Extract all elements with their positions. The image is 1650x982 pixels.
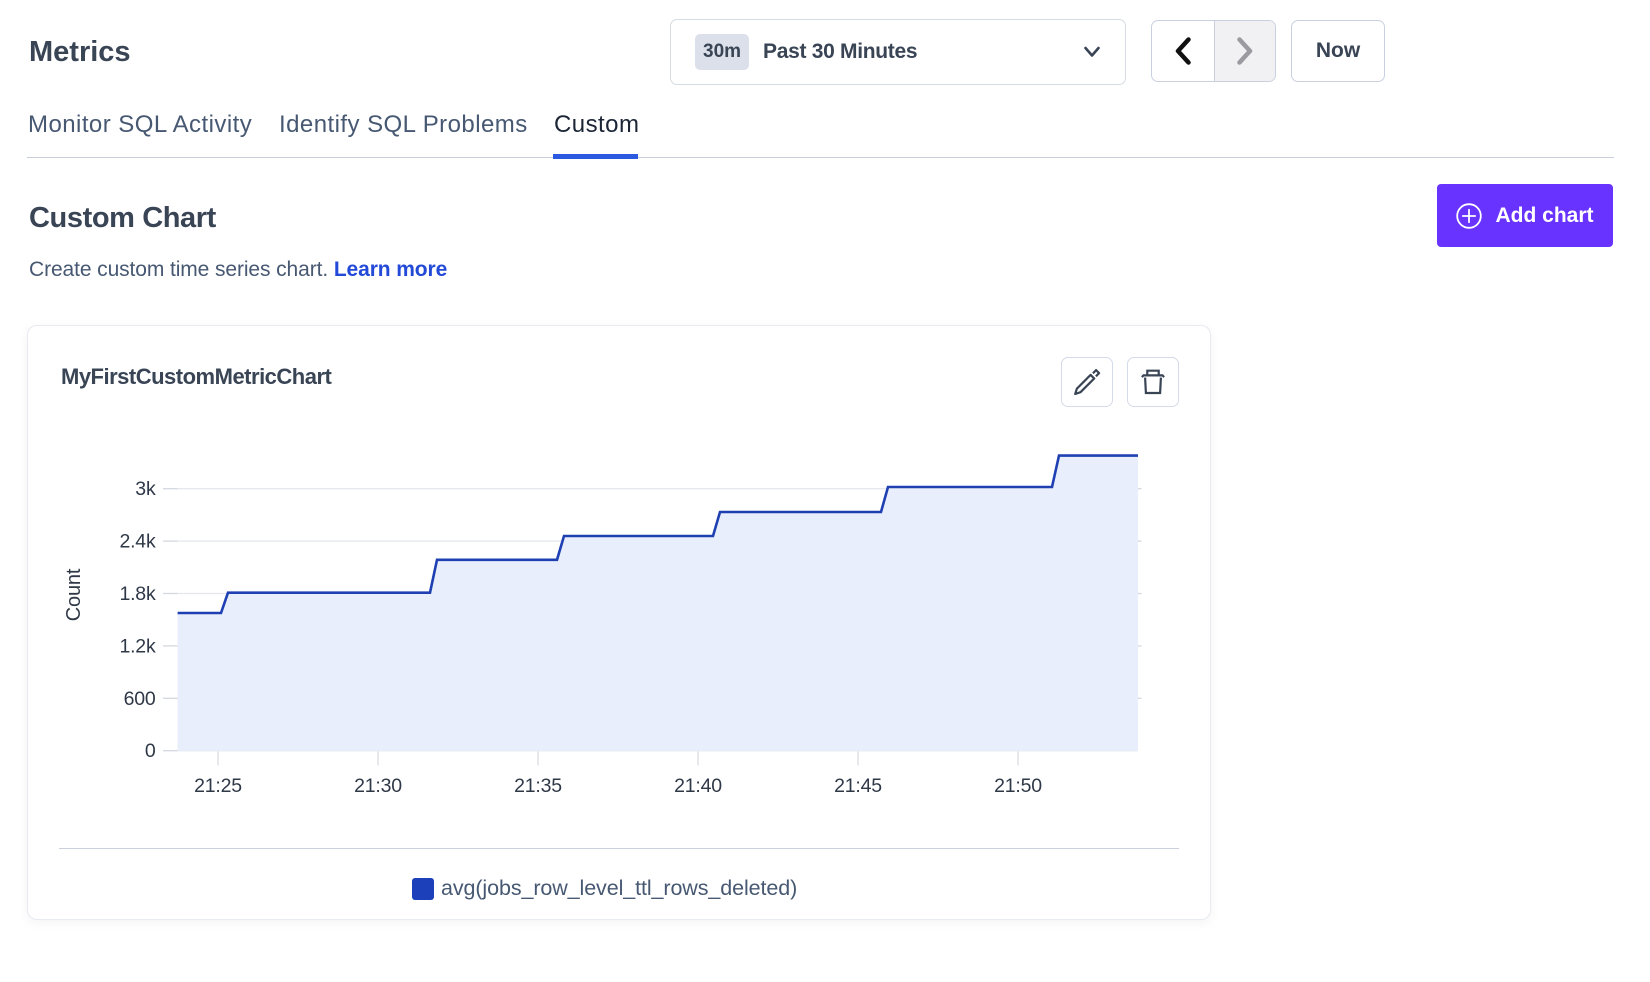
- svg-text:21:25: 21:25: [194, 775, 242, 797]
- svg-text:3k: 3k: [135, 478, 156, 500]
- svg-text:21:50: 21:50: [994, 775, 1042, 797]
- svg-text:1.2k: 1.2k: [119, 635, 156, 657]
- svg-text:2.4k: 2.4k: [119, 531, 156, 553]
- svg-text:21:40: 21:40: [674, 775, 722, 797]
- svg-text:600: 600: [124, 688, 156, 710]
- svg-text:1.8k: 1.8k: [119, 583, 156, 605]
- svg-text:0: 0: [145, 740, 156, 762]
- svg-text:21:35: 21:35: [514, 775, 562, 797]
- svg-text:21:30: 21:30: [354, 775, 402, 797]
- svg-text:Count: Count: [63, 568, 85, 621]
- svg-text:21:45: 21:45: [834, 775, 882, 797]
